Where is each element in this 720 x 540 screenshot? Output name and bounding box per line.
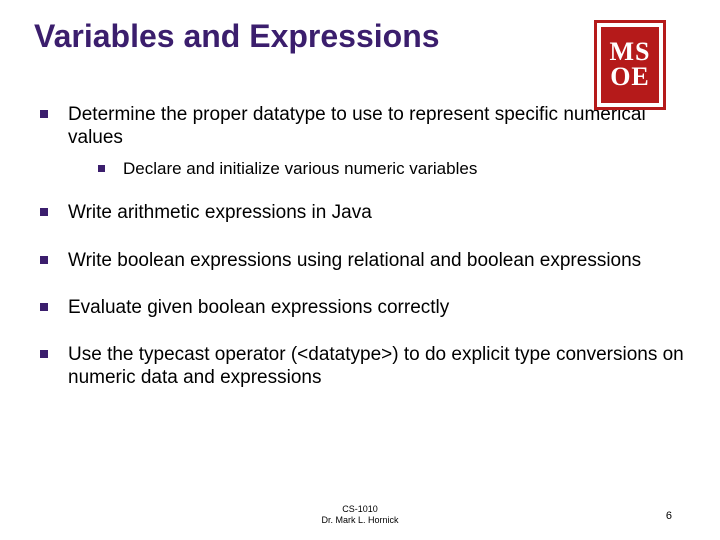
slide: Variables and Expressions MS OE Determin… <box>0 0 720 540</box>
list-item: Evaluate given boolean expressions corre… <box>40 296 686 319</box>
msoe-logo: MS OE <box>594 20 666 110</box>
item-text: Use the typecast operator (<datatype>) t… <box>68 343 686 389</box>
logo-frame: MS OE <box>594 20 666 110</box>
list-item: Use the typecast operator (<datatype>) t… <box>40 343 686 389</box>
bullet-icon <box>40 208 48 216</box>
item-text: Write boolean expressions using relation… <box>68 249 686 272</box>
item-text: Write arithmetic expressions in Java <box>68 201 686 224</box>
bullet-icon <box>40 256 48 264</box>
bullet-icon <box>98 165 105 172</box>
slide-title: Variables and Expressions <box>34 18 686 55</box>
list-item: Write boolean expressions using relation… <box>40 249 686 272</box>
bullet-icon <box>40 110 48 118</box>
list-item: Determine the proper datatype to use to … <box>40 103 686 149</box>
page-number: 6 <box>666 510 672 522</box>
list-subitem: Declare and initialize various numeric v… <box>98 159 686 179</box>
logo-inner: MS OE <box>601 27 659 103</box>
bullet-icon <box>40 303 48 311</box>
bullet-icon <box>40 350 48 358</box>
footer-author: Dr. Mark L. Hornick <box>0 515 720 526</box>
item-text: Evaluate given boolean expressions corre… <box>68 296 686 319</box>
logo-text-line2: OE <box>610 65 650 90</box>
subitem-text: Declare and initialize various numeric v… <box>123 159 477 179</box>
footer-course: CS-1010 <box>0 504 720 515</box>
list-item: Write arithmetic expressions in Java <box>40 201 686 224</box>
footer: CS-1010 Dr. Mark L. Hornick <box>0 504 720 527</box>
content-area: Determine the proper datatype to use to … <box>34 103 686 389</box>
